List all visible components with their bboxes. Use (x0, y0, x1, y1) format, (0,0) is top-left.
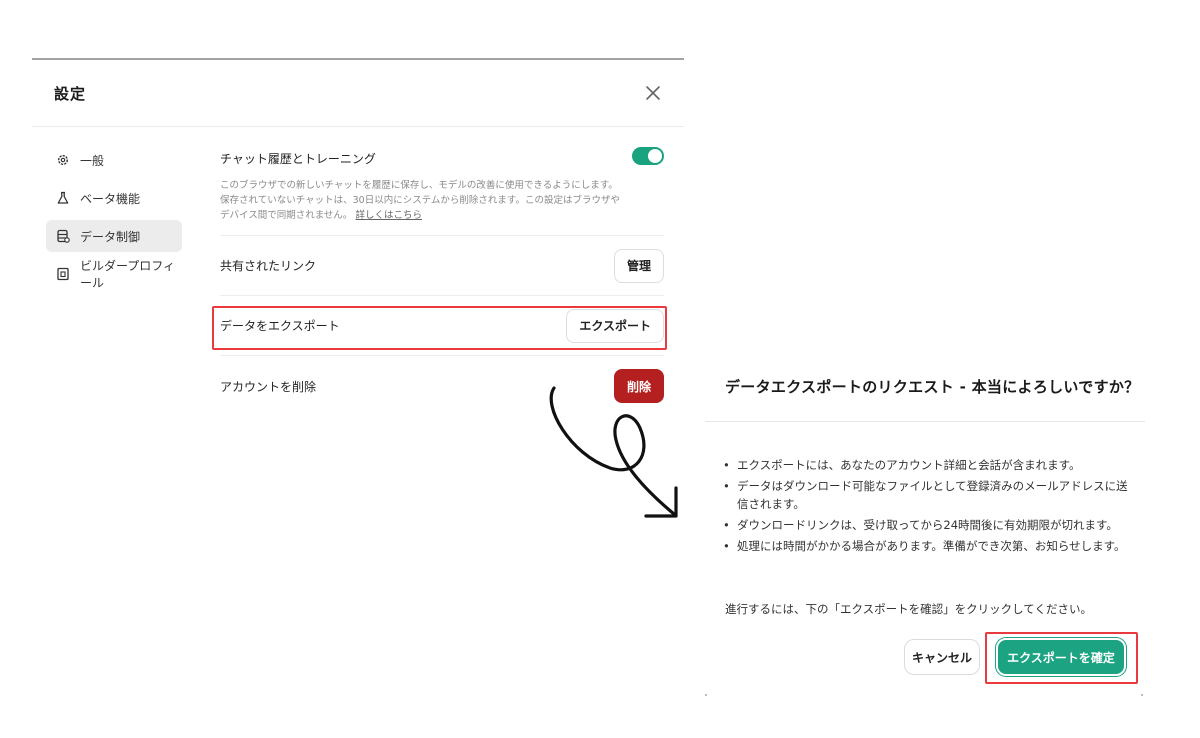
list-item: ダウンロードリンクは、受け取ってから24時間後に有効期限が切れます。 (723, 516, 1133, 534)
list-item: データはダウンロード可能なファイルとして登録済みのメールアドレスに送信されます。 (723, 477, 1133, 513)
dialog-instruction: 進行するには、下の「エクスポートを確認」をクリックしてください。 (725, 602, 1092, 616)
export-confirm-dialog: データエクスポートのリクエスト - 本当によろしいですか？ エクスポートには、あ… (705, 352, 1145, 697)
settings-sidebar: 一般 ベータ機能 データ制御 ビルダープロフィール (46, 144, 182, 296)
close-icon (646, 86, 660, 100)
shared-links-row: 共有されたリンク 管理 (220, 236, 664, 296)
dialog-title: データエクスポートのリクエスト - 本当によろしいですか？ (725, 378, 1140, 396)
chat-history-description: このブラウザでの新しいチャットを履歴に保存し、モデルの改善に使用できるようにしま… (220, 178, 620, 223)
export-data-label: データをエクスポート (220, 319, 340, 333)
close-button[interactable] (642, 82, 664, 104)
dialog-corner-mark (1141, 694, 1143, 696)
nav-item-general[interactable]: 一般 (46, 144, 182, 176)
dialog-corner-mark (705, 694, 707, 696)
nav-item-beta[interactable]: ベータ機能 (46, 182, 182, 214)
settings-title: 設定 (54, 85, 87, 103)
nav-item-data-controls[interactable]: データ制御 (46, 220, 182, 252)
manage-button[interactable]: 管理 (613, 248, 664, 283)
cancel-button[interactable]: キャンセル (904, 639, 980, 675)
flask-icon (56, 191, 70, 205)
dialog-bullet-list: エクスポートには、あなたのアカウント詳細と会話が含まれます。 データはダウンロー… (723, 456, 1133, 558)
toggle-knob (648, 149, 662, 163)
profile-card-icon (56, 267, 70, 281)
nav-item-label: データ制御 (80, 229, 141, 244)
panel-top-border (32, 58, 684, 60)
nav-item-builder-profile[interactable]: ビルダープロフィール (46, 258, 182, 290)
delete-account-label: アカウントを削除 (220, 379, 317, 394)
shared-links-label: 共有されたリンク (220, 259, 317, 273)
chat-history-toggle[interactable] (632, 147, 664, 165)
confirm-export-button[interactable]: エクスポートを確定 (996, 638, 1126, 676)
gear-icon (56, 153, 70, 167)
chat-history-title: チャット履歴とトレーニング (220, 152, 376, 166)
export-button[interactable]: エクスポート (566, 308, 664, 343)
list-item: エクスポートには、あなたのアカウント詳細と会話が含まれます。 (723, 456, 1133, 474)
export-data-row: データをエクスポート エクスポート (220, 296, 664, 356)
chat-history-section: チャット履歴とトレーニング このブラウザでの新しいチャットを履歴に保存し、モデル… (220, 144, 664, 236)
database-icon (56, 229, 70, 243)
curly-arrow-icon (549, 386, 678, 518)
nav-item-label: 一般 (80, 153, 105, 168)
nav-item-label: ベータ機能 (80, 191, 141, 206)
learn-more-link[interactable]: 詳しくはこちら (355, 210, 422, 221)
dialog-divider (705, 421, 1145, 422)
list-item: 処理には時間がかかる場合があります。準備ができ次第、お知らせします。 (723, 537, 1133, 555)
settings-header-divider (32, 126, 684, 127)
nav-item-label: ビルダープロフィール (80, 259, 176, 290)
